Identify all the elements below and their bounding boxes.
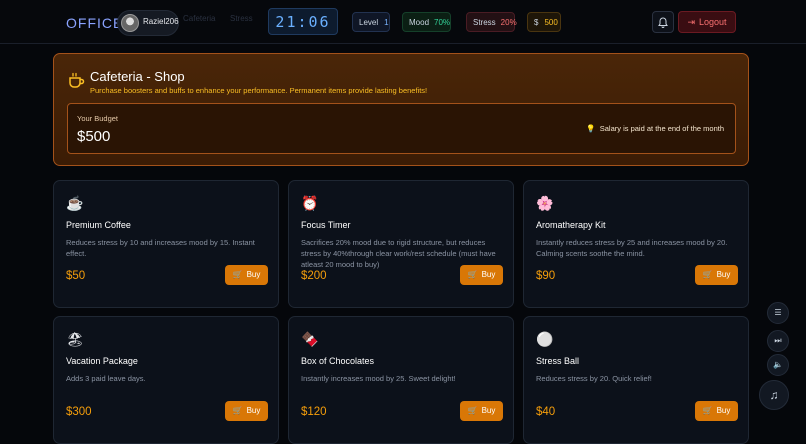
notifications-button[interactable] [652,11,674,33]
buy-button[interactable]: 🛒 Buy [460,401,503,421]
cart-icon: 🛒 [467,406,478,415]
salary-note: 💡 Salary is paid at the end of the month [586,124,724,133]
mood-label: Mood [409,18,430,27]
cart-icon: 🛒 [467,270,478,279]
buy-label: Buy [481,406,496,415]
nav-item-cafeteria[interactable]: Cafeteria [183,14,215,23]
game-clock: 21:06 [268,8,338,35]
buy-button[interactable]: 🛒 Buy [695,401,738,421]
buy-button[interactable]: 🛒 Buy [460,265,503,285]
shop-item-card: ⚪ Stress Ball Reduces stress by 20. Quic… [523,316,749,444]
item-description: Adds 3 paid leave days. [66,374,146,383]
salary-note-text: Salary is paid at the end of the month [599,124,724,133]
level-label: Level [359,18,379,27]
next-track-button[interactable]: ⏭ [767,330,789,352]
flower-icon: 🌸 [536,195,554,211]
shop-item-card: 🍫 Box of Chocolates Instantly increases … [288,316,514,444]
skip-next-icon: ⏭ [774,336,782,345]
level-value: 1 [384,18,389,27]
buy-button[interactable]: 🛒 Buy [695,265,738,285]
coffee-icon: ☕ [66,195,84,211]
shop-header: Cafeteria - Shop Purchase boosters and b… [53,53,749,166]
cart-icon: 🛒 [232,406,243,415]
ball-icon: ⚪ [536,331,554,347]
item-price: $90 [536,270,556,282]
item-name: Focus Timer [301,220,351,230]
logout-button[interactable]: ⇥ Logout [678,11,736,33]
item-description: Reduces stress by 10 and increases mood … [66,238,255,258]
list-icon: ☰ [774,308,782,317]
item-name: Vacation Package [66,356,138,366]
shop-item-card: ⏰ Focus Timer Sacrifices 20% mood due to… [288,180,514,308]
buy-label: Buy [246,270,261,279]
music-toggle-button[interactable]: ♫ [759,380,789,410]
item-name: Stress Ball [536,356,580,366]
beach-icon: 🏖 [66,331,84,347]
mood-badge: Mood 70% [402,12,451,32]
bell-icon [658,17,668,28]
avatar [121,14,139,32]
money-badge: $500 [527,12,561,32]
top-bar: OFFICE Raziel206 Cafeteria Stress 21:06 … [0,0,806,44]
budget-value: $500 [77,128,111,145]
buy-label: Buy [716,270,731,279]
cart-icon: 🛒 [702,270,713,279]
page-title: Cafeteria - Shop [90,69,185,84]
shop-item-card: 🏖 Vacation Package Adds 3 paid leave day… [53,316,279,444]
coffee-cup-icon [69,72,85,88]
shop-item-card: ☕ Premium Coffee Reduces stress by 10 an… [53,180,279,308]
buy-label: Buy [716,406,731,415]
item-name: Box of Chocolates [301,356,375,366]
item-price: $120 [301,406,327,418]
volume-button[interactable]: 🔈 [767,354,789,376]
cart-icon: 🛒 [232,270,243,279]
item-name: Aromatherapy Kit [536,220,606,230]
stress-badge: Stress 20% [466,12,517,32]
timer-icon: ⏰ [301,195,319,211]
budget-panel: Your Budget $500 💡 Salary is paid at the … [67,103,736,154]
buy-label: Buy [246,406,261,415]
stress-value: 20% [500,18,517,27]
playlist-button[interactable]: ☰ [767,302,789,324]
cart-icon: 🛒 [702,406,713,415]
item-description: Reduces stress by 20. Quick relief! [536,374,652,383]
lightbulb-icon: 💡 [586,124,596,133]
item-name: Premium Coffee [66,220,131,230]
logout-label: Logout [699,17,727,27]
page-subtitle: Purchase boosters and buffs to enhance y… [90,86,428,95]
app-logo[interactable]: OFFICE [66,15,123,31]
logout-icon: ⇥ [687,17,695,27]
level-badge: Level 1 [352,12,390,32]
money-symbol: $ [534,18,539,27]
item-price: $40 [536,406,556,418]
shop-item-card: 🌸 Aromatherapy Kit Instantly reduces str… [523,180,749,308]
volume-icon: 🔈 [773,360,783,369]
item-price: $300 [66,406,92,418]
buy-button[interactable]: 🛒 Buy [225,265,268,285]
music-note-icon: ♫ [769,388,779,402]
money-value: 500 [544,18,558,27]
buy-button[interactable]: 🛒 Buy [225,401,268,421]
stress-label: Stress [473,18,496,27]
item-price: $50 [66,270,86,282]
username: Raziel206 [143,17,179,26]
budget-label: Your Budget [77,114,119,123]
chocolate-icon: 🍫 [301,331,319,347]
mood-value: 70% [434,18,451,27]
user-menu[interactable]: Raziel206 [117,10,179,36]
item-description: Instantly reduces stress by 25 and incre… [536,238,728,258]
item-price: $200 [301,270,327,282]
nav-item-stress[interactable]: Stress [230,14,253,23]
buy-label: Buy [481,270,496,279]
item-description: Instantly increases mood by 25. Sweet de… [301,374,456,383]
